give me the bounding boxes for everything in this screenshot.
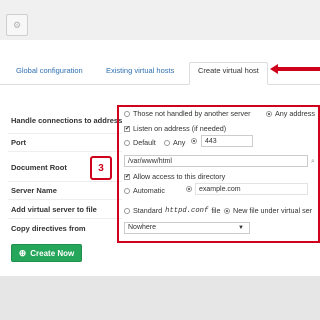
row-divider [8, 181, 122, 182]
port-label: Port [11, 138, 26, 147]
tab-existing-virtual-hosts[interactable]: Existing virtual hosts [98, 63, 182, 83]
row-divider [8, 199, 122, 200]
tab-create-virtual-host[interactable]: Create virtual host [189, 62, 268, 85]
row-divider [8, 151, 122, 152]
top-toolbar: ⚙ [0, 0, 320, 41]
row-divider [8, 133, 122, 134]
handle-connections-label: Handle connections to address [11, 116, 123, 125]
server-name-label: Server Name [11, 186, 57, 195]
document-root-label: Document Root [11, 163, 67, 172]
annotation-arrow-icon [270, 64, 320, 74]
annotation-highlight-box [117, 105, 320, 243]
row-divider [8, 218, 122, 219]
gear-icon: ⚙ [12, 19, 22, 30]
tab-global-configuration[interactable]: Global configuration [8, 63, 91, 83]
module-config-button[interactable]: ⚙ [6, 14, 28, 36]
plus-circle-icon: ⊕ [18, 247, 27, 258]
add-virtual-server-label: Add virtual server to file [11, 205, 97, 214]
create-now-label: Create Now [30, 248, 75, 258]
annotation-step-badge: 3 [90, 156, 112, 180]
create-now-button[interactable]: ⊕ Create Now [11, 244, 82, 262]
copy-directives-label: Copy directives from [11, 224, 86, 233]
page-bottom-area [0, 276, 320, 320]
